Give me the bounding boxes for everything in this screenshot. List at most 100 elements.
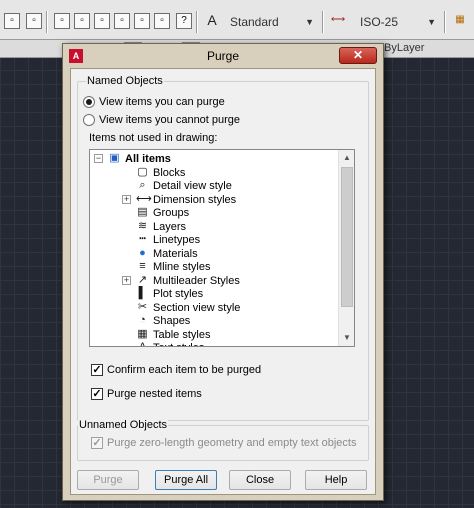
toolbar-button-3[interactable]: ▫ [54, 13, 70, 29]
tree-item[interactable]: + ↗ Multileader Styles [90, 274, 338, 288]
toolbar-button-8[interactable]: ▫ [154, 13, 170, 29]
tree-item[interactable]: ▦ Table styles [90, 328, 338, 342]
table-style-icon[interactable]: ▦ [452, 13, 468, 29]
purge-button[interactable]: Purge [77, 470, 139, 490]
tree-item[interactable]: ▢ Blocks [90, 166, 338, 180]
confirm-purge-label: Confirm each item to be purged [107, 364, 262, 376]
named-objects-label: Named Objects [86, 74, 164, 88]
expand-icon[interactable]: + [122, 275, 131, 285]
zero-length-label: Purge zero-length geometry and empty tex… [107, 437, 357, 449]
tree-item-label: Linetypes [153, 234, 201, 246]
radio-unselected-icon [83, 114, 95, 126]
help-icon[interactable]: ? [176, 13, 192, 29]
close-icon[interactable]: ✕ [339, 47, 377, 64]
tree-scrollbar[interactable]: ▲ ▼ [338, 150, 354, 346]
toolbar-row: ▫ ▫ ▫ ▫ ▫ ▫ ▫ ▫ ? A Standard ▼ ⟷ ISO-25 … [0, 8, 474, 34]
toolbar-button-5[interactable]: ▫ [94, 13, 110, 29]
chevron-down-icon: ▼ [427, 17, 436, 27]
tree-item-label: Table styles [153, 328, 211, 341]
tree-item-label: Groups [153, 207, 190, 219]
shape-icon: ◔ [139, 314, 146, 326]
checkmark-icon: ✓ [91, 364, 103, 376]
section-view-icon: ✂ [137, 300, 148, 313]
toolbar-separator [196, 11, 198, 33]
close-button[interactable]: Close [229, 470, 291, 490]
tree-item[interactable]: ≡ Mline styles [90, 260, 338, 274]
dimension-style-icon[interactable]: ⟷ [330, 13, 346, 29]
layer-value[interactable]: ByLayer [384, 40, 424, 56]
tree-item-label: Shapes [153, 315, 191, 327]
tree-item-label: Materials [153, 247, 198, 260]
layers-icon: ≋ [137, 219, 148, 232]
material-icon: ● [139, 246, 146, 259]
tree-item-label: Layers [153, 220, 187, 233]
view-can-purge-label: View items you can purge [99, 96, 225, 108]
tree-item-label: Plot styles [153, 288, 204, 300]
tree-item[interactable]: ┅ Linetypes [90, 233, 338, 247]
tree-item[interactable]: ● Materials [90, 247, 338, 261]
text-style-select[interactable]: Standard ▼ [226, 12, 318, 32]
radio-selected-icon [83, 96, 95, 108]
table-icon: ▦ [137, 327, 148, 340]
dialog-titlebar[interactable]: A Purge ✕ [63, 44, 383, 68]
tree-item[interactable]: ⌕ Detail view style [90, 179, 338, 193]
tree-item-label: Section view style [153, 301, 241, 314]
checkmark-icon: ✓ [91, 388, 103, 400]
tree-item[interactable]: ▤ Groups [90, 206, 338, 220]
tree-item[interactable]: A Text styles [90, 341, 338, 347]
purge-nested-label: Purge nested items [107, 388, 202, 400]
toolbar-button-6[interactable]: ▫ [114, 13, 130, 29]
purge-all-button[interactable]: Purge All [155, 470, 217, 490]
dim-style-select[interactable]: ISO-25 ▼ [356, 12, 440, 32]
checkmark-icon: ✓ [91, 437, 103, 449]
multileader-icon: ↗ [137, 273, 148, 286]
items-tree[interactable]: − ▣ All items ▢ Blocks ⌕ Detail view style + ⟷ Di… [89, 149, 355, 347]
view-cannot-purge-label: View items you cannot purge [99, 114, 241, 126]
text-style-value: Standard [230, 15, 279, 29]
purge-dialog: A Purge ✕ Named Objects View items you c… [62, 43, 384, 501]
block-icon: ▢ [137, 165, 148, 178]
items-list-label: Items not used in drawing: [89, 132, 218, 144]
toolbar-separator [46, 11, 48, 33]
group-icon: ▤ [137, 206, 148, 218]
autocad-logo-icon: A [69, 49, 83, 63]
toolbar-button-4[interactable]: ▫ [74, 13, 90, 29]
ribbon-toolbar: ▫ ▫ ▫ ▫ ▫ ▫ ▫ ▫ ? A Standard ▼ ⟷ ISO-25 … [0, 0, 474, 40]
unnamed-objects-label: Unnamed Objects [78, 418, 169, 432]
toolbar-separator [322, 11, 324, 33]
tree-item-label: Mline styles [153, 261, 211, 273]
expand-icon[interactable]: + [122, 194, 131, 204]
tree-item[interactable]: + ⟷ Dimension styles [90, 193, 338, 207]
toolbar-button-7[interactable]: ▫ [134, 13, 150, 29]
tree-item[interactable]: − ▣ All items [90, 152, 338, 166]
plot-style-icon: ▌ [138, 287, 147, 299]
text-style-icon[interactable]: A [204, 13, 220, 29]
tree-item[interactable]: ◔ Shapes [90, 314, 338, 328]
dialog-body: Named Objects View items you can purge V… [70, 68, 376, 495]
collapse-icon[interactable]: − [94, 154, 103, 163]
mline-icon: ≡ [139, 260, 146, 272]
toolbar-separator [444, 11, 446, 33]
dim-style-value: ISO-25 [360, 15, 399, 29]
tree-item-label: Blocks [153, 166, 186, 179]
tree-item-label: All items [125, 153, 171, 165]
dimension-icon: ⟷ [136, 192, 152, 205]
chevron-down-icon: ▼ [305, 17, 314, 27]
tree-item[interactable]: ▌ Plot styles [90, 287, 338, 301]
dialog-title: Purge [206, 49, 240, 63]
toolbar-button-2[interactable]: ▫ [26, 13, 42, 29]
scroll-thumb[interactable] [341, 167, 353, 307]
tree-item-label: Multileader Styles [153, 274, 240, 287]
text-style-icon: A [138, 341, 147, 347]
scroll-up-icon[interactable]: ▲ [339, 150, 354, 166]
toolbar-button-1[interactable]: ▫ [4, 13, 20, 29]
tree-item[interactable]: ✂ Section view style [90, 301, 338, 315]
tree-item-label: Dimension styles [153, 193, 237, 206]
tree-item-label: Text styles [153, 341, 204, 346]
detail-view-icon: ⌕ [139, 179, 146, 191]
help-button[interactable]: Help [305, 470, 367, 490]
tree-item[interactable]: ≋ Layers [90, 220, 338, 234]
tree-item-label: Detail view style [153, 180, 232, 192]
drawing-icon: ▣ [109, 152, 120, 164]
scroll-down-icon[interactable]: ▼ [339, 330, 354, 346]
